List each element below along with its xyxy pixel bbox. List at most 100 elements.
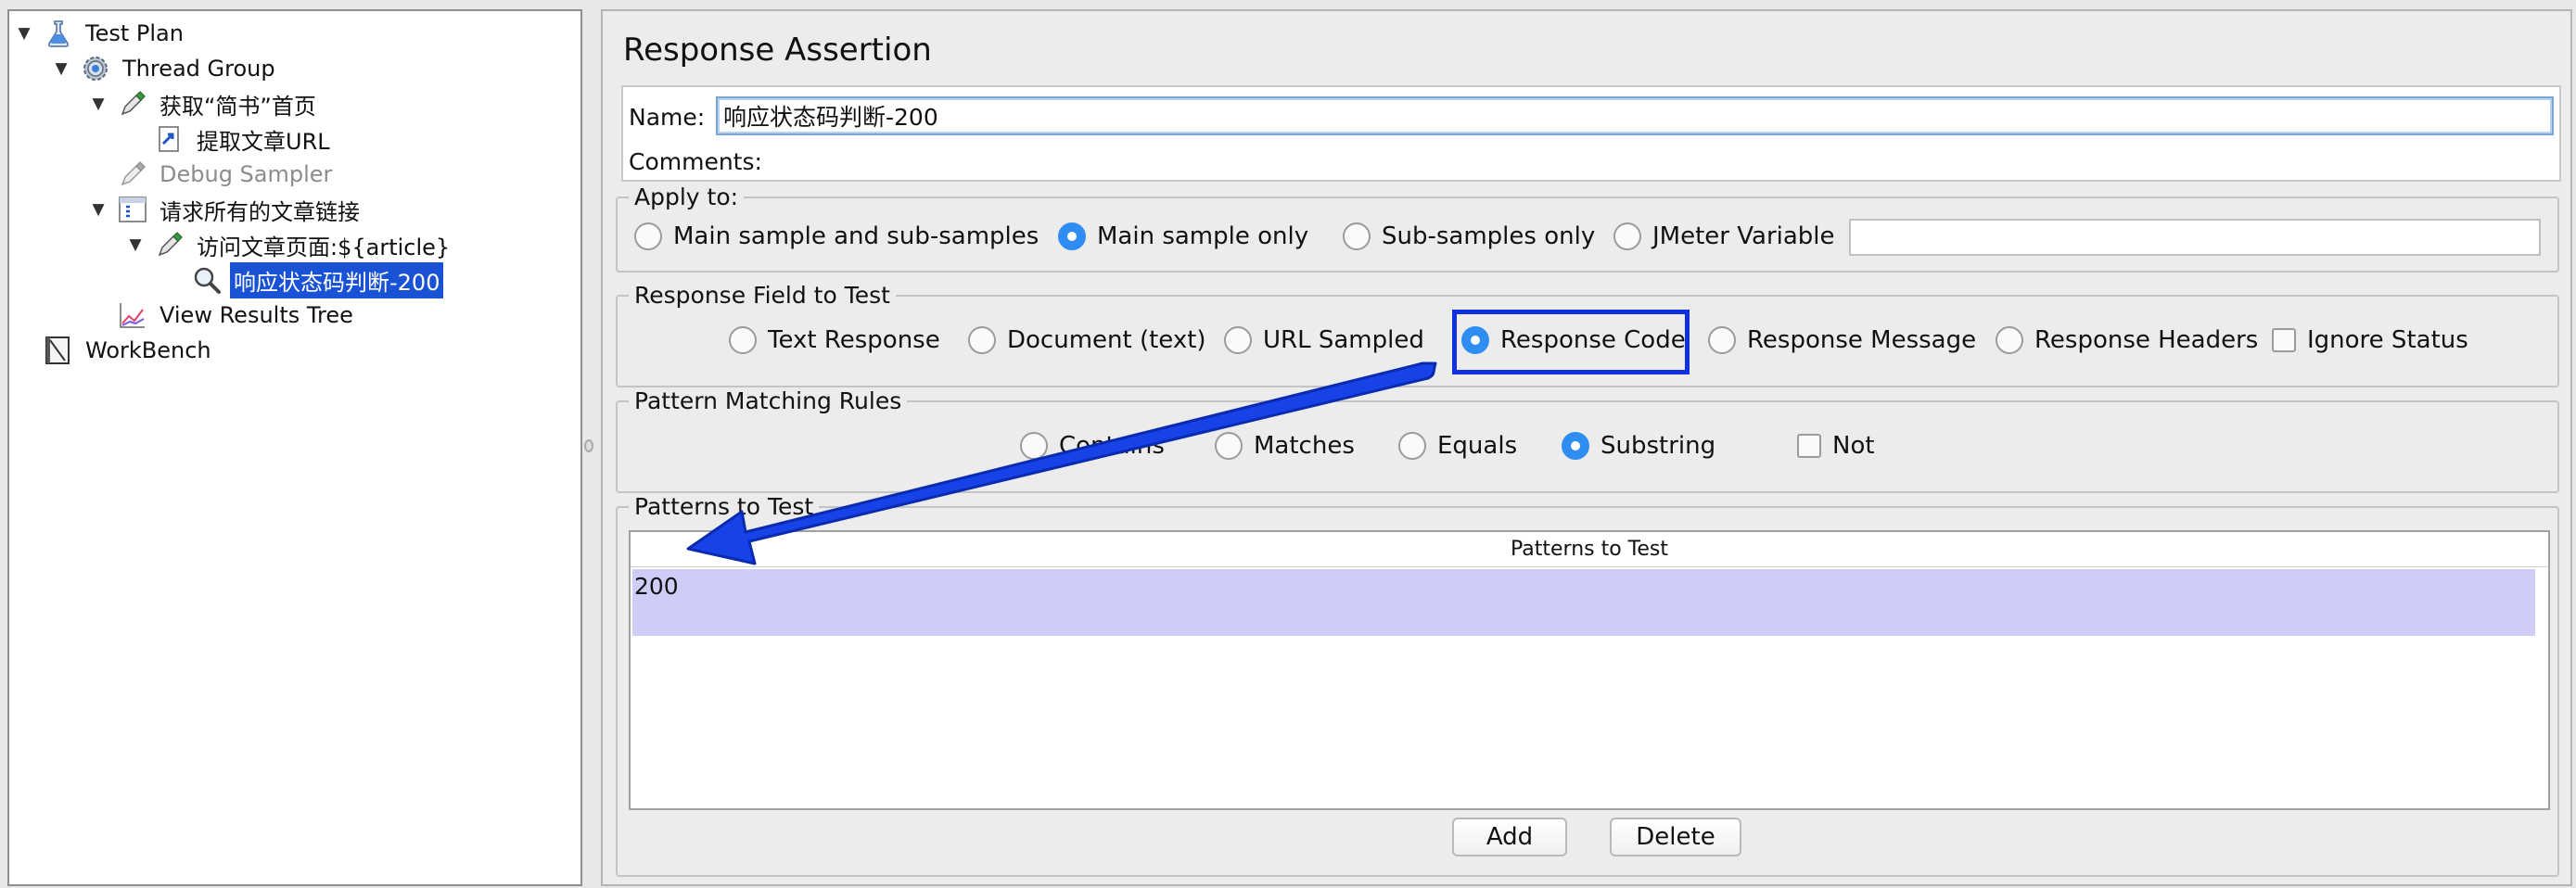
name-comments-block: Name: Comments: (621, 85, 2561, 182)
flask-icon (48, 20, 69, 47)
delete-button[interactable]: Delete (1610, 818, 1741, 856)
patterns-to-test-group: Patterns to Test Patterns to Test 200 Ad… (616, 493, 2559, 877)
radio-main-and-sub-samples[interactable]: Main sample and sub-samples (634, 222, 1039, 250)
option-label: Text Response (768, 326, 940, 354)
tree-item-test-plan[interactable]: ▼ Test Plan (13, 17, 187, 50)
radio-circle[interactable] (1996, 326, 2023, 354)
option-label: Not (1832, 432, 1875, 460)
radio-circle[interactable] (968, 326, 996, 354)
option-label: Sub-samples only (1382, 222, 1596, 250)
option-label: Substring (1600, 432, 1716, 460)
option-label: JMeter Variable (1652, 222, 1835, 250)
tree-item-label: 获取“简书”首页 (159, 93, 316, 120)
checkbox-not[interactable]: Not (1797, 432, 1875, 460)
workbench-icon (45, 336, 70, 364)
option-label: Main sample only (1097, 222, 1309, 250)
gear-icon (83, 57, 108, 81)
radio-circle[interactable] (1058, 222, 1086, 250)
tree-item-label: WorkBench (85, 337, 211, 363)
annotation-highlight-box (1452, 310, 1690, 374)
tree-item-label: View Results Tree (159, 302, 353, 328)
radio-circle[interactable] (1708, 326, 1736, 354)
add-button[interactable]: Add (1452, 818, 1567, 856)
radio-jmeter-variable[interactable]: JMeter Variable (1613, 222, 1835, 250)
tree-item-sampler-article[interactable]: ▼ 访问文章页面:${article} (124, 228, 453, 261)
comments-label: Comments: (629, 148, 762, 175)
radio-circle[interactable] (1562, 432, 1589, 460)
tree-item-extractor[interactable]: 提取文章URL (124, 122, 334, 156)
table-column-header[interactable]: Patterns to Test (631, 532, 2548, 567)
checkbox-box[interactable] (1797, 434, 1821, 458)
pipette-icon (121, 161, 146, 186)
tree-item-label: Debug Sampler (159, 161, 333, 187)
radio-circle[interactable] (1398, 432, 1426, 460)
option-label: Main sample and sub-samples (673, 222, 1039, 250)
checkbox-ignore-status[interactable]: Ignore Status (2272, 326, 2468, 354)
tree-item-label: Thread Group (122, 56, 275, 82)
name-input[interactable] (716, 96, 2554, 135)
collapse-triangle-icon[interactable]: ▼ (87, 93, 109, 115)
tree-item-workbench[interactable]: WorkBench (13, 334, 215, 367)
radio-matches[interactable]: Matches (1215, 432, 1355, 460)
option-label: Document (text) (1007, 326, 1206, 354)
tree-item-label: 提取文章URL (197, 128, 330, 155)
tree-item-label: 请求所有的文章链接 (159, 198, 360, 225)
chart-icon (120, 303, 145, 328)
tree-item-sampler-home[interactable]: ▼ 获取“简书”首页 (87, 87, 320, 121)
jmeter-variable-input[interactable] (1849, 219, 2541, 256)
radio-response-headers[interactable]: Response Headers (1996, 326, 2258, 354)
option-label: Ignore Status (2307, 326, 2468, 354)
radio-circle[interactable] (1613, 222, 1641, 250)
magnifier-icon (194, 267, 221, 294)
name-label: Name: (629, 104, 706, 131)
group-title: Patterns to Test (629, 493, 820, 520)
tree-item-controller[interactable]: ▼ 请求所有的文章链接 (87, 193, 363, 226)
page-title: Response Assertion (623, 32, 932, 69)
tree-item-thread-group[interactable]: ▼ Thread Group (50, 52, 279, 85)
extractor-icon (159, 126, 179, 152)
radio-circle[interactable] (1224, 326, 1252, 354)
tree-item-label: Test Plan (85, 20, 184, 46)
radio-circle[interactable] (1343, 222, 1371, 250)
option-label: Contains (1059, 432, 1165, 460)
pipette-icon (158, 232, 183, 257)
radio-text-response[interactable]: Text Response (729, 326, 940, 354)
pattern-matching-rules-group: Pattern Matching Rules Contains Matches … (616, 387, 2559, 493)
option-label: URL Sampled (1263, 326, 1424, 354)
splitter-handle[interactable] (584, 439, 593, 452)
test-plan-tree[interactable]: ▼ Test Plan ▼ Thread Group ▼ 获取“简书”首页 提取… (7, 9, 582, 886)
response-field-group: Response Field to Test Text Response Doc… (616, 282, 2559, 387)
radio-sub-samples-only[interactable]: Sub-samples only (1343, 222, 1595, 250)
collapse-triangle-icon[interactable]: ▼ (124, 234, 147, 256)
group-title: Response Field to Test (629, 282, 896, 309)
collapse-triangle-icon[interactable]: ▼ (87, 198, 109, 221)
response-assertion-panel: Response Assertion Name: Comments: Apply… (601, 9, 2572, 886)
checkbox-box[interactable] (2272, 328, 2296, 352)
radio-circle[interactable] (1020, 432, 1048, 460)
option-label: Equals (1437, 432, 1518, 460)
pipette-icon (121, 91, 146, 116)
radio-document-text[interactable]: Document (text) (968, 326, 1206, 354)
tree-item-debug-sampler[interactable]: Debug Sampler (87, 158, 336, 191)
patterns-table[interactable]: Patterns to Test 200 (629, 530, 2550, 810)
tree-item-response-assertion[interactable]: 响应状态码判断-200 (161, 261, 444, 298)
radio-substring[interactable]: Substring (1562, 432, 1715, 460)
table-row[interactable]: 200 (632, 569, 2535, 636)
radio-circle[interactable] (729, 326, 757, 354)
option-label: Matches (1254, 432, 1355, 460)
tree-item-view-results-tree[interactable]: View Results Tree (87, 298, 357, 332)
radio-url-sampled[interactable]: URL Sampled (1224, 326, 1424, 354)
radio-main-sample-only[interactable]: Main sample only (1058, 222, 1308, 250)
group-title: Apply to: (629, 184, 745, 210)
collapse-triangle-icon[interactable]: ▼ (50, 57, 72, 80)
radio-response-message[interactable]: Response Message (1708, 326, 1976, 354)
radio-contains[interactable]: Contains (1020, 432, 1165, 460)
tree-item-label: 响应状态码判断-200 (230, 261, 444, 298)
option-label: Response Message (1747, 326, 1977, 354)
radio-circle[interactable] (634, 222, 662, 250)
radio-equals[interactable]: Equals (1398, 432, 1517, 460)
controller-icon (119, 197, 147, 222)
collapse-triangle-icon[interactable]: ▼ (13, 22, 35, 44)
apply-to-group: Apply to: Main sample and sub-samples Ma… (616, 184, 2559, 273)
radio-circle[interactable] (1215, 432, 1243, 460)
